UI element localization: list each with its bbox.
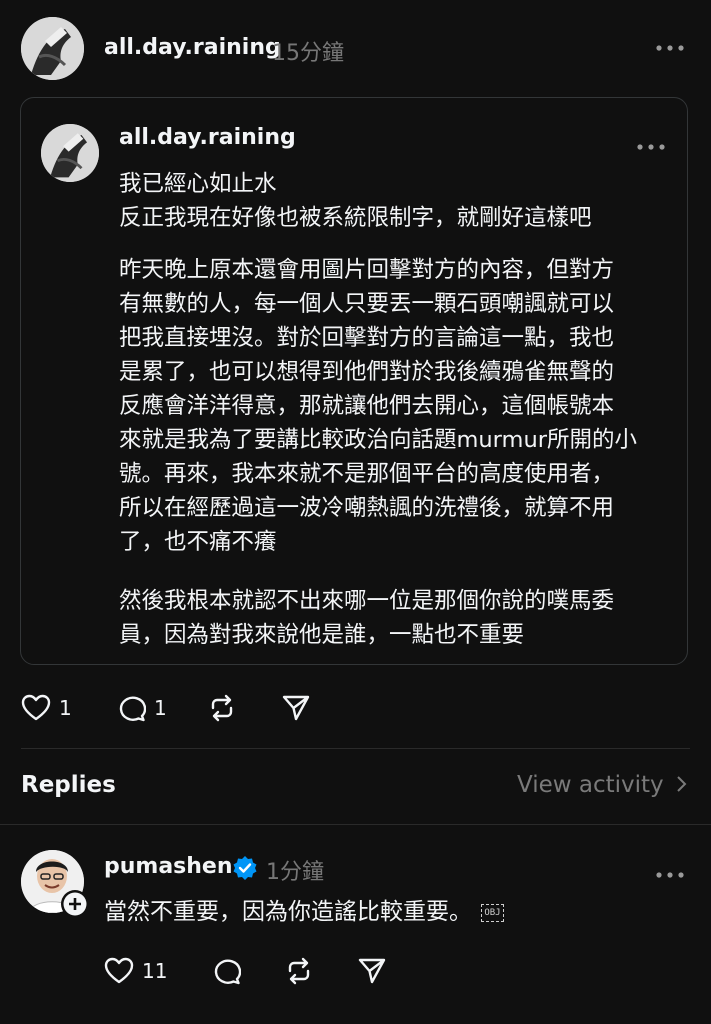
- quoted-line: 把我直接埋沒。對於回擊對方的言論這一點，我也: [119, 325, 615, 351]
- quoted-line: 來就是我為了要講比較政治向話題murmur所開的小: [119, 427, 637, 453]
- avatar-image: [41, 124, 99, 182]
- quoted-line: 反應會洋洋得意，那就讓他們去開心，這個帳號本: [119, 393, 615, 419]
- quoted-line: 是累了，也可以想得到他們對於我後續鴉雀無聲的: [119, 359, 615, 385]
- post-more-icon[interactable]: [655, 34, 685, 58]
- quoted-line: 然後我根本就認不出來哪一位是那個你說的噗馬委: [119, 588, 615, 614]
- quoted-line: 昨天晚上原本還會用圖片回擊對方的內容，但對方: [119, 257, 615, 283]
- chevron-right-icon: [675, 773, 687, 799]
- post-username[interactable]: all.day.raining: [104, 35, 281, 60]
- reply-text-body: 當然不重要，因為你造謠比較重要。: [104, 899, 472, 925]
- view-activity-label: View activity: [517, 772, 664, 798]
- heart-icon: [21, 694, 51, 721]
- reply-more-icon[interactable]: [655, 861, 685, 885]
- like-count: 1: [59, 696, 72, 720]
- follow-plus-icon[interactable]: [61, 890, 89, 918]
- post-timestamp: 15分鐘: [272, 41, 344, 66]
- comment-count: 1: [154, 696, 167, 720]
- quoted-line: 號。再來，我本來就不是那個平台的高度使用者，: [119, 461, 615, 487]
- verified-badge-icon: [232, 855, 258, 881]
- reply-username[interactable]: pumashen: [104, 854, 233, 879]
- author-avatar[interactable]: [21, 17, 84, 80]
- comment-icon: [119, 696, 146, 722]
- quoted-line: 我已經心如止水: [119, 171, 277, 197]
- repost-icon: [288, 957, 310, 985]
- quoted-username[interactable]: all.day.raining: [119, 125, 296, 150]
- reply-timestamp: 1分鐘: [266, 860, 324, 885]
- share-button[interactable]: [281, 694, 311, 722]
- reply-text: 當然不重要，因為你造謠比較重要。 OBJ: [104, 895, 504, 929]
- repost-button[interactable]: [207, 694, 237, 722]
- repost-icon: [211, 694, 233, 722]
- send-icon: [358, 958, 386, 984]
- reply-share-button[interactable]: [357, 957, 387, 985]
- quoted-paragraph-1: 我已經心如止水 反正我現在好像也被系統限制字，就剛好這樣吧: [119, 167, 592, 235]
- reply-like-button[interactable]: 11: [104, 957, 167, 985]
- replies-title: Replies: [21, 772, 116, 798]
- replies-divider: [0, 824, 711, 825]
- quoted-line: 反正我現在好像也被系統限制字，就剛好這樣吧: [119, 205, 592, 231]
- obj-placeholder-icon: OBJ: [481, 903, 504, 922]
- quoted-line: 了，也不痛不癢: [119, 529, 277, 555]
- avatar-image: [21, 17, 84, 80]
- comment-icon: [214, 959, 241, 985]
- quoted-paragraph-2: 昨天晚上原本還會用圖片回擊對方的內容，但對方 有無數的人，每一個人只要丟一顆石頭…: [119, 253, 637, 559]
- section-divider: [21, 748, 690, 749]
- quoted-avatar[interactable]: [41, 124, 99, 182]
- quoted-more-icon[interactable]: [636, 133, 666, 157]
- reply-comment-button[interactable]: [211, 957, 241, 985]
- view-activity-link[interactable]: View activity: [517, 772, 687, 799]
- quoted-line: 員，因為對我來說他是誰，一點也不重要: [119, 622, 525, 648]
- quoted-paragraph-3: 然後我根本就認不出來哪一位是那個你說的噗馬委 員，因為對我來說他是誰，一點也不重…: [119, 584, 614, 652]
- heart-icon: [104, 957, 134, 984]
- reply-repost-button[interactable]: [284, 957, 314, 985]
- like-button[interactable]: 1: [21, 694, 72, 722]
- quoted-line: 有無數的人，每一個人只要丟一顆石頭嘲諷就可以: [119, 291, 615, 317]
- reply-like-count: 11: [142, 959, 168, 983]
- comment-button[interactable]: 1: [116, 694, 167, 722]
- send-icon: [282, 695, 310, 721]
- quoted-line: 所以在經歷過這一波冷嘲熱諷的洗禮後，就算不用: [119, 495, 615, 521]
